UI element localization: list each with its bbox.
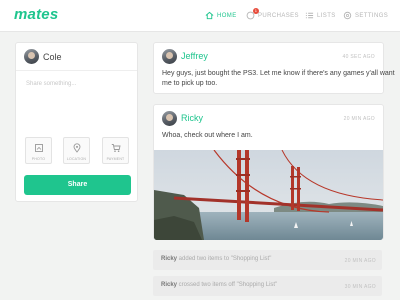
activity-item: Ricky crossed two items off "Shopping Li… xyxy=(153,276,382,296)
nav-purchases-label: PURCHASES xyxy=(258,12,299,19)
post-card: Ricky 20 MIN AGO Whoa, check out where I… xyxy=(153,104,384,240)
home-icon xyxy=(205,11,214,20)
attach-payment-label: PAYMENT xyxy=(106,157,125,161)
nav-lists-label: LISTS xyxy=(317,12,336,19)
attach-location-label: LOCATION xyxy=(66,157,87,161)
post-timestamp: 40 SEC AGO xyxy=(342,54,375,60)
divider xyxy=(16,70,137,71)
list-icon xyxy=(305,12,314,19)
activity-action: added two items to "Shopping List" xyxy=(177,256,272,262)
attach-payment-button[interactable]: PAYMENT xyxy=(102,137,129,164)
attach-photo-button[interactable]: PHOTO xyxy=(25,137,52,164)
app-logo[interactable]: mates xyxy=(14,6,58,23)
nav-purchases[interactable]: 1 PURCHASES xyxy=(246,8,299,20)
purchases-badge: 1 xyxy=(253,8,259,14)
activity-item: Ricky added two items to "Shopping List"… xyxy=(153,250,382,270)
composer-user-name: Cole xyxy=(43,52,62,62)
activity-text: Ricky added two items to "Shopping List" xyxy=(161,256,271,262)
photo-icon xyxy=(35,144,43,152)
post-text: Whoa, check out where I am. xyxy=(162,132,253,139)
activity-user[interactable]: Ricky xyxy=(161,256,177,262)
activity-text: Ricky crossed two items off "Shopping Li… xyxy=(161,282,277,288)
nav-home-label: HOME xyxy=(217,12,237,19)
avatar xyxy=(162,111,177,126)
post-user-name[interactable]: Jeffrey xyxy=(181,51,208,61)
avatar xyxy=(162,49,177,64)
cart-icon xyxy=(111,144,121,152)
post-text: Hey guys, just bought the PS3. Let me kn… xyxy=(162,69,395,89)
gear-icon xyxy=(343,11,352,20)
activity-action: crossed two items off "Shopping List" xyxy=(177,282,278,288)
activity-timestamp: 30 MIN AGO xyxy=(344,284,376,290)
nav-settings[interactable]: SETTINGS xyxy=(343,11,388,20)
attach-location-button[interactable]: LOCATION xyxy=(63,137,90,164)
composer-card: Cole Share something... PHOTO LOCATION P… xyxy=(15,42,138,202)
nav-lists[interactable]: LISTS xyxy=(305,11,336,20)
nav-settings-label: SETTINGS xyxy=(355,12,389,19)
golden-gate-bridge-image xyxy=(154,150,383,240)
share-button[interactable]: Share xyxy=(24,175,131,195)
post-text-line: me to pick up too. xyxy=(162,80,218,87)
post-text-line: Hey guys, just bought the PS3. Let me kn… xyxy=(162,70,395,77)
activity-timestamp: 20 MIN AGO xyxy=(344,258,376,264)
post-photo[interactable] xyxy=(154,150,383,240)
nav-home[interactable]: HOME xyxy=(205,11,237,20)
avatar xyxy=(24,49,39,64)
attach-photo-label: PHOTO xyxy=(31,157,46,161)
post-card: Jeffrey 40 SEC AGO Hey guys, just bought… xyxy=(153,42,395,94)
location-pin-icon xyxy=(73,143,81,153)
post-timestamp: 20 MIN AGO xyxy=(343,116,375,122)
top-navigation-bar: mates HOME 1 PURCHASES LISTS SETTINGS xyxy=(0,0,400,32)
share-input[interactable]: Share something... xyxy=(26,81,76,87)
activity-user[interactable]: Ricky xyxy=(161,282,177,288)
post-user-name[interactable]: Ricky xyxy=(181,113,203,123)
